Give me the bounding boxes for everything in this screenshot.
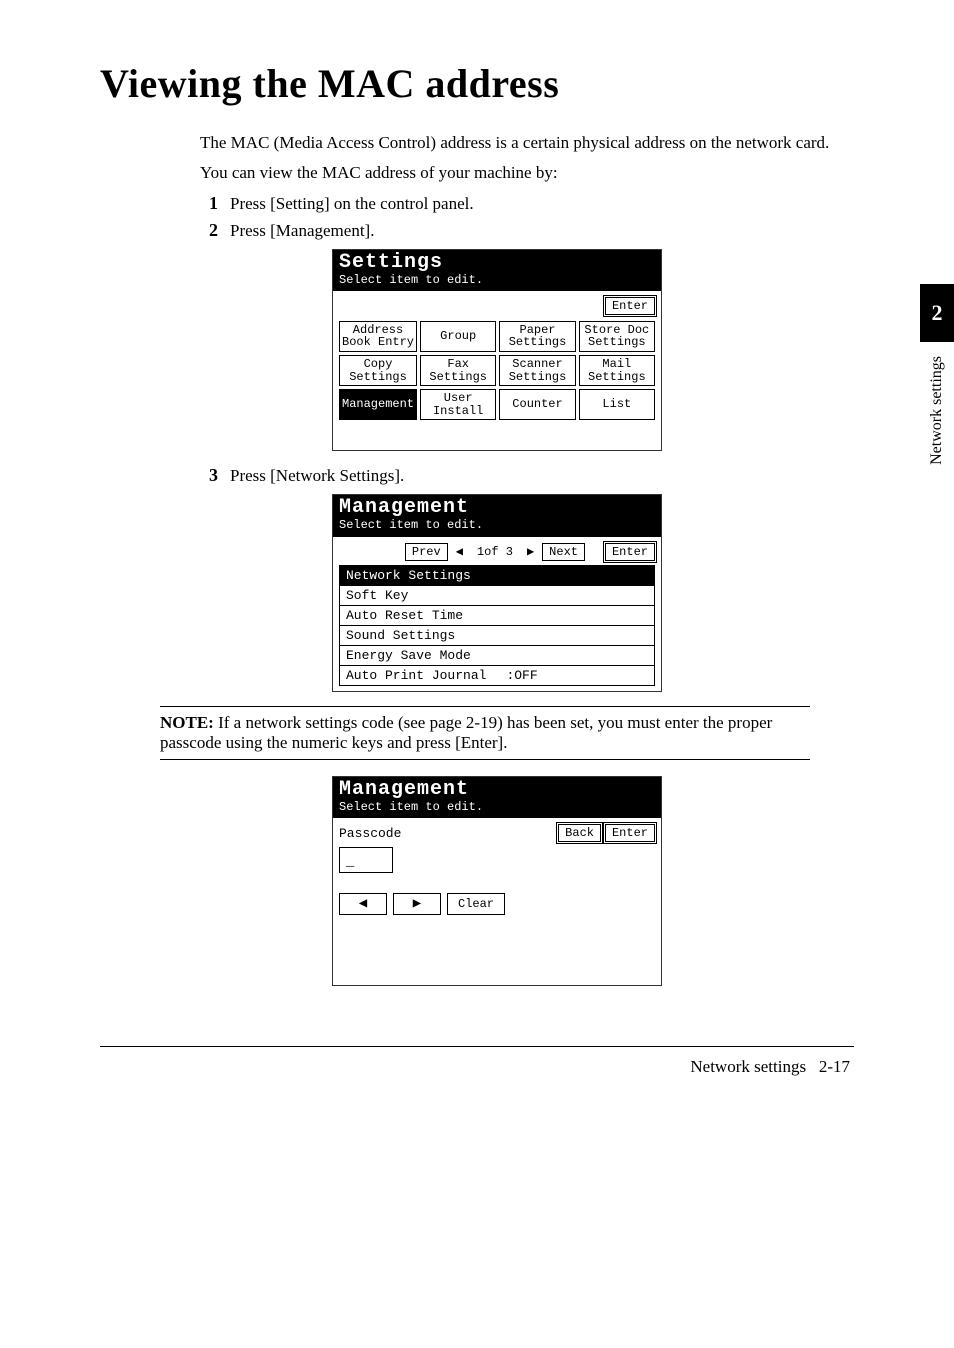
step-number: 3 <box>200 465 218 486</box>
back-button[interactable]: Back <box>558 824 601 842</box>
enter-button[interactable]: Enter <box>605 297 655 315</box>
lcd-title: Management <box>339 779 655 801</box>
step-list: 1 Press [Setting] on the control panel. … <box>200 193 854 692</box>
list-item-value: :OFF <box>506 668 537 683</box>
cursor-left-button[interactable]: ◀ <box>339 893 387 915</box>
management-list-item[interactable]: Soft Key <box>339 585 655 606</box>
footer-section: Network settings <box>690 1057 806 1076</box>
lcd-subtitle: Select item to edit. <box>339 801 655 814</box>
chapter-label: Network settings <box>928 356 946 465</box>
list-item-label: Auto Print Journal <box>346 668 486 683</box>
settings-button[interactable]: Management <box>339 389 417 420</box>
clear-button[interactable]: Clear <box>447 893 505 915</box>
settings-button[interactable]: Group <box>420 321 496 352</box>
management-list-item[interactable]: Network Settings <box>339 565 655 586</box>
intro-paytext-1: The MAC (Media Access Control) address i… <box>200 131 854 155</box>
chapter-number: 2 <box>920 284 954 342</box>
lcd-title: Settings <box>339 252 655 274</box>
next-button[interactable]: Next <box>542 543 585 561</box>
passcode-label: Passcode <box>339 824 401 843</box>
list-item-label: Network Settings <box>346 568 471 583</box>
note-label: NOTE: <box>160 713 214 732</box>
right-arrow-icon: ▶ <box>523 544 538 559</box>
note-text: If a network settings code (see page 2-1… <box>160 713 772 752</box>
lcd-screen-settings: Settings Select item to edit. Enter Addr… <box>332 249 662 452</box>
settings-button[interactable]: Paper Settings <box>499 321 575 352</box>
step-3: 3 Press [Network Settings]. <box>200 465 854 486</box>
settings-button[interactable]: List <box>579 389 655 420</box>
step-number: 2 <box>200 220 218 241</box>
lcd-screen-management-list: Management Select item to edit. Prev ◀ 1… <box>332 494 662 691</box>
lcd-screen-passcode: Management Select item to edit. Passcode… <box>332 776 662 986</box>
enter-button[interactable]: Enter <box>605 543 655 561</box>
settings-button[interactable]: Copy Settings <box>339 355 417 386</box>
list-item-label: Auto Reset Time <box>346 608 463 623</box>
enter-button[interactable]: Enter <box>605 824 655 842</box>
page-indicator: 1of 3 <box>471 545 519 559</box>
passcode-input[interactable]: _ <box>339 847 393 873</box>
settings-button[interactable]: Counter <box>499 389 575 420</box>
step-text: Press [Management]. <box>230 221 374 241</box>
step-1: 1 Press [Setting] on the control panel. <box>200 193 854 214</box>
settings-button[interactable]: Fax Settings <box>420 355 496 386</box>
management-list-item[interactable]: Auto Print Journal :OFF <box>339 665 655 686</box>
intro-paytext-2: You can view the MAC address of your mac… <box>200 161 854 185</box>
settings-button[interactable]: Address Book Entry <box>339 321 417 352</box>
list-item-label: Energy Save Mode <box>346 648 471 663</box>
management-list-item[interactable]: Sound Settings <box>339 625 655 646</box>
lcd-subtitle: Select item to edit. <box>339 274 655 287</box>
list-item-label: Soft Key <box>346 588 408 603</box>
left-arrow-icon: ◀ <box>452 544 467 559</box>
step-number: 1 <box>200 193 218 214</box>
page-footer: Network settings 2-17 <box>100 1057 854 1077</box>
footer-page: 2-17 <box>819 1057 850 1076</box>
chapter-tab: 2 Network settings <box>920 284 954 465</box>
step-text: Press [Setting] on the control panel. <box>230 194 474 214</box>
settings-button[interactable]: Scanner Settings <box>499 355 575 386</box>
prev-button[interactable]: Prev <box>405 543 448 561</box>
management-list-item[interactable]: Energy Save Mode <box>339 645 655 666</box>
step-2: 2 Press [Management]. <box>200 220 854 241</box>
note-block: NOTE: If a network settings code (see pa… <box>160 706 810 760</box>
footer-rule <box>100 1046 854 1047</box>
cursor-right-button[interactable]: ▶ <box>393 893 441 915</box>
step-text: Press [Network Settings]. <box>230 466 404 486</box>
settings-button[interactable]: User Install <box>420 389 496 420</box>
settings-button[interactable]: Mail Settings <box>579 355 655 386</box>
lcd-title: Management <box>339 497 655 519</box>
settings-button[interactable]: Store Doc Settings <box>579 321 655 352</box>
list-item-label: Sound Settings <box>346 628 455 643</box>
management-list-item[interactable]: Auto Reset Time <box>339 605 655 626</box>
page-title: Viewing the MAC address <box>100 60 854 107</box>
lcd-subtitle: Select item to edit. <box>339 519 655 532</box>
